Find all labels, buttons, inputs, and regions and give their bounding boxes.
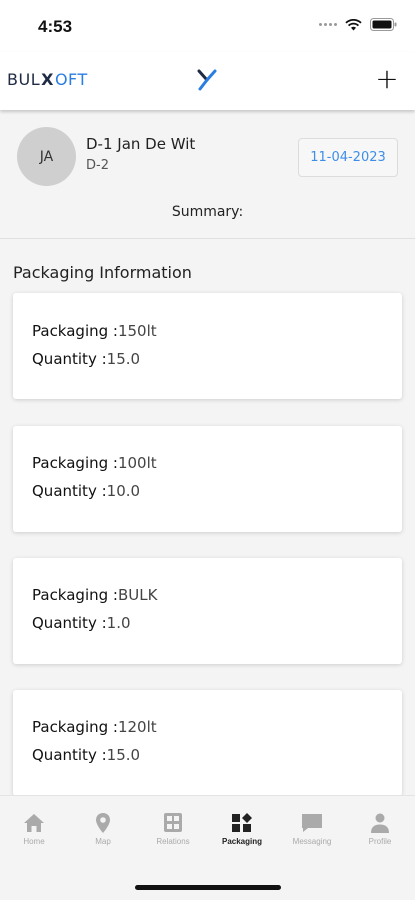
tab-profile[interactable]: Profile [350,812,410,846]
packaging-line: Packaging :120lt [32,718,157,736]
driver-name: D-1 Jan De Wit [86,135,196,153]
packaging-line: Packaging :BULK [32,586,158,604]
quantity-line: Quantity :1.0 [32,614,131,632]
section-title: Packaging Information [13,263,192,282]
profile-icon [371,813,389,833]
driver-summary: JA D-1 Jan De Wit D-2 11-04-2023 Summary… [0,110,415,239]
packaging-card[interactable]: Packaging :100lt Quantity :10.0 [13,426,402,532]
packaging-line: Packaging :100lt [32,454,157,472]
tab-home[interactable]: Home [4,812,64,846]
driver-sub: D-2 [86,158,109,173]
tab-label: Packaging [221,837,262,846]
quantity-line: Quantity :15.0 [32,350,141,368]
tab-packaging[interactable]: Packaging [212,812,272,846]
app-header: BUL X OFT + [0,52,415,110]
grid-icon [164,813,182,832]
signal-icon [319,23,337,26]
tab-label: Home [23,837,45,846]
packaging-line: Packaging :150lt [32,322,157,340]
brand-logo[interactable]: BUL X OFT [7,70,88,89]
message-icon [302,814,322,832]
packaging-card[interactable]: Packaging :BULK Quantity :1.0 [13,558,402,664]
battery-icon [370,18,397,31]
packaging-card[interactable]: Packaging :150lt Quantity :15.0 [13,293,402,399]
tab-map[interactable]: Map [73,812,133,846]
date-button[interactable]: 11-04-2023 [298,138,398,177]
home-indicator[interactable] [135,885,281,890]
tab-label: Map [95,837,111,846]
quantity-line: Quantity :15.0 [32,746,141,764]
packaging-icon [232,813,252,832]
status-time: 4:53 [38,17,73,36]
brand-mark-icon [197,69,217,91]
tab-label: Messaging [292,837,332,846]
tab-relations[interactable]: Relations [143,812,203,846]
home-icon [24,814,44,832]
tab-label: Relations [156,837,190,846]
tab-label: Profile [368,837,392,846]
status-icons [319,18,397,31]
quantity-line: Quantity :10.0 [32,482,141,500]
tab-messaging[interactable]: Messaging [282,812,342,846]
map-pin-icon [96,813,110,833]
avatar: JA [17,127,76,186]
status-bar: 4:53 [0,0,415,52]
packaging-card[interactable]: Packaging :120lt Quantity :15.0 [13,690,402,796]
summary-label: Summary: [171,204,244,220]
add-button[interactable]: + [373,64,401,96]
wifi-icon [345,18,362,30]
